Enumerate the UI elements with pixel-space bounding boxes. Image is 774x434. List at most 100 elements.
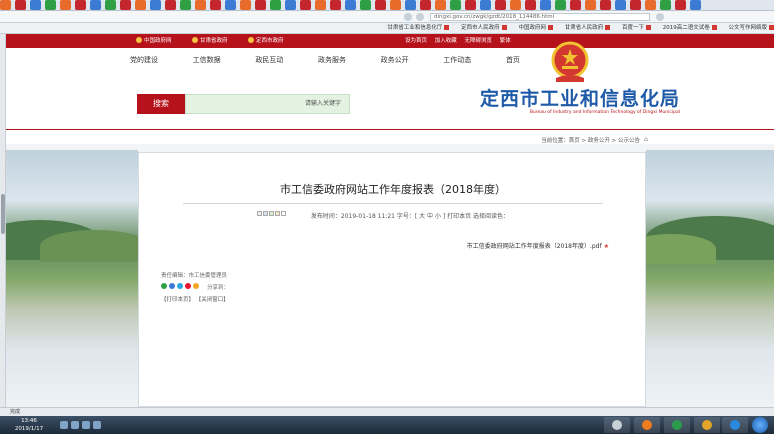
address-bar[interactable]: dingxi.gov.cn/zwgk/gzdt/2018_114486.html — [430, 13, 650, 21]
browser-tab[interactable] — [420, 0, 431, 10]
browser-tab[interactable] — [345, 0, 356, 10]
print-close-links[interactable]: 【打印本页】 【关闭窗口】 — [161, 295, 229, 303]
back-icon[interactable] — [404, 13, 412, 21]
top-link-city[interactable]: 定西市政府 — [248, 37, 284, 45]
browser-tab[interactable] — [135, 0, 146, 10]
nav-item-party[interactable]: 党的建设 — [130, 55, 158, 65]
browser-tab[interactable] — [360, 0, 371, 10]
scrollbar-thumb[interactable] — [1, 194, 5, 234]
browser-tab[interactable] — [255, 0, 266, 10]
browser-tab[interactable] — [525, 0, 536, 10]
browser-tab[interactable] — [105, 0, 116, 10]
nav-item-work-news[interactable]: 工作动态 — [443, 55, 471, 65]
browser-tab[interactable] — [405, 0, 416, 10]
browser-tab[interactable] — [645, 0, 656, 10]
color-swatch[interactable] — [263, 211, 268, 216]
browser-tab[interactable] — [675, 0, 686, 10]
browser-tab[interactable] — [540, 0, 551, 10]
browser-tab[interactable] — [195, 0, 206, 10]
browser-tab[interactable] — [660, 0, 671, 10]
browser-tab[interactable] — [315, 0, 326, 10]
security-icon[interactable] — [93, 421, 101, 429]
browser-tab[interactable] — [60, 0, 71, 10]
favorite-link[interactable]: 甘肃省工业和信息化厅 — [387, 23, 449, 33]
wechat-icon[interactable] — [161, 283, 167, 289]
browser-tab[interactable] — [435, 0, 446, 10]
search-button[interactable]: 搜索 — [137, 94, 185, 114]
browser-tab[interactable] — [240, 0, 251, 10]
browser-tab[interactable] — [390, 0, 401, 10]
nav-item-home[interactable]: 首页 — [506, 55, 520, 65]
color-swatch[interactable] — [269, 211, 274, 216]
browser-tab[interactable] — [150, 0, 161, 10]
color-swatch[interactable] — [257, 211, 262, 216]
system-clock[interactable]: 13:46 2019/1/17 — [4, 417, 54, 433]
browser-tab[interactable] — [15, 0, 26, 10]
top-link-gov[interactable]: 中国政府网 — [136, 37, 172, 45]
nav-item-gov-affairs[interactable]: 政务公开 — [381, 55, 409, 65]
browser-tab[interactable] — [120, 0, 131, 10]
accessibility-link[interactable]: 无障碍浏览 — [465, 38, 493, 44]
search-input[interactable]: 请输入关键字 — [185, 94, 350, 114]
input-method-icon[interactable] — [82, 421, 90, 429]
browser-tab[interactable] — [375, 0, 386, 10]
browser-tab[interactable] — [270, 0, 281, 10]
browser-tab[interactable] — [300, 0, 311, 10]
add-favorite-link[interactable]: 加入收藏 — [435, 38, 457, 44]
favorite-link[interactable]: 甘肃省人民政府 — [565, 23, 611, 33]
browser-tab[interactable] — [630, 0, 641, 10]
nav-item-data[interactable]: 工信数据 — [193, 55, 221, 65]
browser-tab[interactable] — [555, 0, 566, 10]
browser-tab[interactable] — [0, 0, 11, 10]
color-swatch[interactable] — [281, 211, 286, 216]
browser-tab[interactable] — [210, 0, 221, 10]
favorite-link[interactable]: 公文写作网络版 — [728, 23, 774, 33]
browser-tab[interactable] — [585, 0, 596, 10]
traditional-link[interactable]: 繁体 — [500, 38, 511, 44]
top-link-province[interactable]: 甘肃省政府 — [192, 37, 228, 45]
browser-tab[interactable] — [225, 0, 236, 10]
favorite-link[interactable]: 中国政府网 — [518, 23, 553, 33]
browser-tab[interactable] — [510, 0, 521, 10]
browser-tab[interactable] — [570, 0, 581, 10]
browser-tab[interactable] — [615, 0, 626, 10]
browser-tab[interactable] — [165, 0, 176, 10]
browser-tab[interactable] — [480, 0, 491, 10]
taskbar-app-browser[interactable] — [634, 417, 660, 433]
browser-tab[interactable] — [690, 0, 701, 10]
set-home-link[interactable]: 设为首页 — [405, 38, 427, 44]
taskbar-app-folder[interactable] — [694, 417, 720, 433]
color-swatch[interactable] — [275, 211, 280, 216]
volume-icon[interactable] — [71, 421, 79, 429]
browser-tab[interactable] — [45, 0, 56, 10]
attachment-link[interactable]: 市工信委政府网站工作年度报表（2018年度）.pdf — [139, 241, 609, 250]
browser-tab[interactable] — [450, 0, 461, 10]
taskbar-app-ie[interactable] — [722, 417, 748, 433]
favorite-link[interactable]: 2019高二语文试卷 — [663, 23, 717, 33]
browser-tab[interactable] — [330, 0, 341, 10]
favorite-link[interactable]: 百度一下 — [622, 23, 651, 33]
nav-item-gov-service[interactable]: 政务服务 — [318, 55, 346, 65]
browser-tab[interactable] — [75, 0, 86, 10]
network-icon[interactable] — [60, 421, 68, 429]
refresh-icon[interactable] — [416, 13, 424, 21]
browser-tab[interactable] — [465, 0, 476, 10]
vertical-scrollbar[interactable] — [0, 34, 6, 407]
qzone-icon[interactable] — [169, 283, 175, 289]
taskbar-app-360[interactable] — [664, 417, 690, 433]
hill-shape — [40, 230, 150, 262]
favorite-star-icon[interactable] — [656, 13, 664, 21]
nav-item-interaction[interactable]: 政民互动 — [255, 55, 283, 65]
favorite-icon[interactable] — [193, 283, 199, 289]
start-button[interactable] — [752, 417, 768, 433]
browser-tab[interactable] — [285, 0, 296, 10]
browser-tab[interactable] — [90, 0, 101, 10]
qq-icon[interactable] — [177, 283, 183, 289]
taskbar-app-explorer[interactable] — [604, 417, 630, 433]
browser-tab[interactable] — [600, 0, 611, 10]
browser-tab[interactable] — [495, 0, 506, 10]
browser-tab[interactable] — [180, 0, 191, 10]
favorite-link[interactable]: 定西市人民政府 — [461, 23, 507, 33]
weibo-icon[interactable] — [185, 283, 191, 289]
browser-tab[interactable] — [30, 0, 41, 10]
